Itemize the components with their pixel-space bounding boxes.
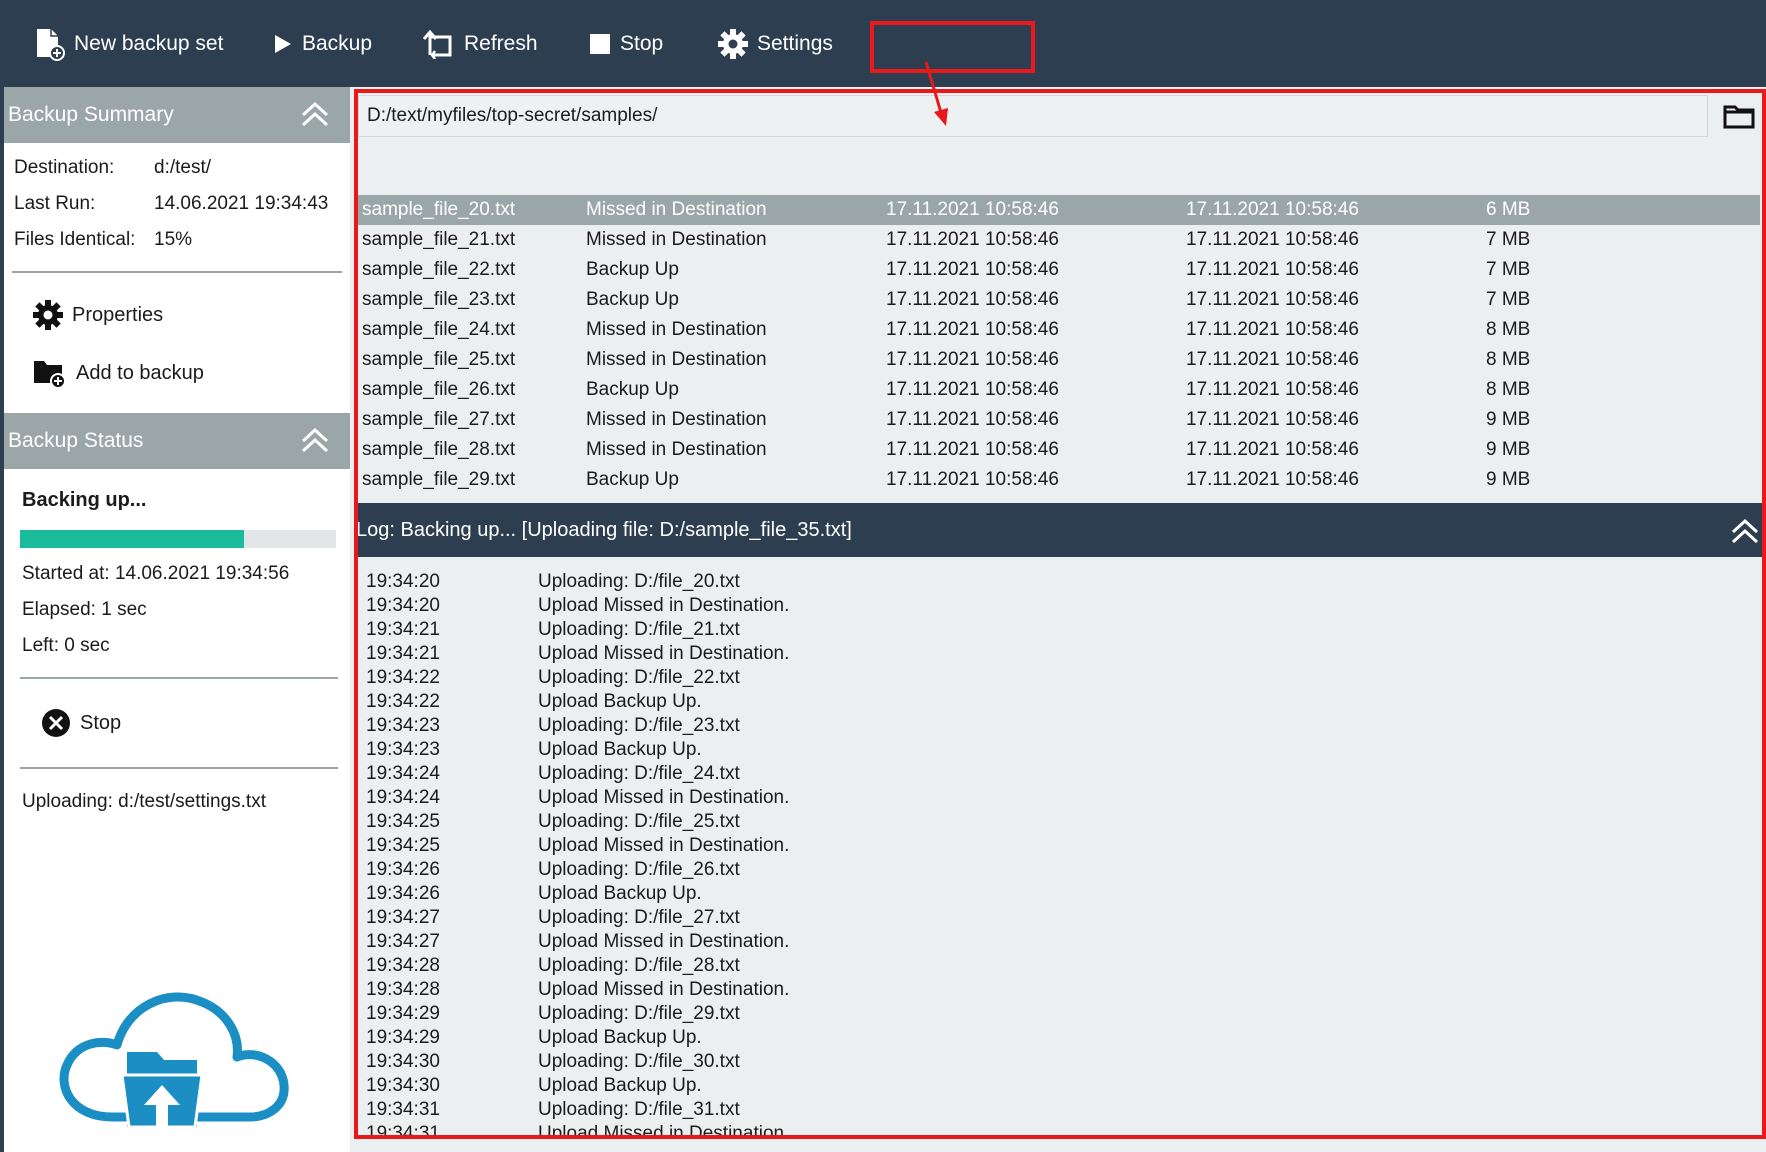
stop-square-icon (590, 33, 610, 54)
gear-icon (33, 300, 63, 330)
stop-backup-label: Stop (80, 711, 122, 734)
new-backup-set-button[interactable]: New backup set (34, 0, 223, 87)
sidebar: Backup Summary Destination: d:/test/ Las… (0, 87, 350, 1152)
progress-bar (20, 530, 336, 548)
properties-button[interactable]: Properties (32, 299, 163, 331)
backing-up-text: Backing up... (22, 489, 147, 511)
add-to-backup-label: Add to backup (76, 361, 204, 384)
settings-button[interactable]: Settings (717, 0, 833, 87)
progress-fill (20, 530, 245, 548)
properties-label: Properties (72, 303, 164, 326)
backup-summary-title: Backup Summary (8, 103, 174, 126)
backup-status-header[interactable]: Backup Status (4, 413, 350, 469)
annotation-arrow-icon (924, 61, 948, 126)
add-folder-icon (34, 361, 66, 389)
add-to-backup-button[interactable]: Add to backup (32, 357, 204, 389)
last-run-label: Last Run: (14, 193, 96, 214)
annotation-content-frame (354, 89, 1766, 1139)
close-circle-icon (42, 709, 70, 737)
started-at-text: Started at: 14.06.2021 19:34:56 (22, 563, 290, 584)
settings-label: Settings (757, 31, 833, 55)
files-identical-label: Files Identical: (14, 229, 136, 250)
time-left-text: Left: 0 sec (22, 635, 110, 656)
new-file-icon (37, 28, 65, 61)
gear-icon (718, 28, 748, 59)
play-icon (275, 34, 291, 53)
last-run-value: 14.06.2021 19:34:43 (154, 193, 329, 214)
backup-label: Backup (302, 31, 373, 55)
collapse-chevron-icon[interactable] (300, 425, 330, 455)
stop-toolbar-label: Stop (620, 31, 664, 55)
divider (20, 767, 338, 769)
uploading-status-text: Uploading: d:/test/settings.txt (22, 791, 266, 812)
elapsed-text: Elapsed: 1 sec (22, 599, 147, 620)
backup-summary-header[interactable]: Backup Summary (4, 87, 350, 143)
stop-toolbar-button[interactable]: Stop (588, 0, 663, 87)
divider (12, 271, 342, 273)
stop-backup-button[interactable]: Stop (40, 707, 121, 739)
refresh-label: Refresh (464, 31, 538, 55)
destination-value: d:/test/ (154, 157, 212, 178)
cloud-backup-logo-icon (59, 992, 289, 1129)
new-backup-set-label: New backup set (74, 31, 224, 55)
refresh-button[interactable]: Refresh (422, 0, 538, 87)
divider (20, 677, 338, 679)
files-identical-value: 15% (154, 229, 193, 250)
destination-label: Destination: (14, 157, 115, 178)
backup-status-title: Backup Status (8, 429, 144, 452)
backup-button[interactable]: Backup (272, 0, 372, 87)
collapse-chevron-icon[interactable] (300, 99, 330, 129)
refresh-icon (422, 29, 452, 59)
